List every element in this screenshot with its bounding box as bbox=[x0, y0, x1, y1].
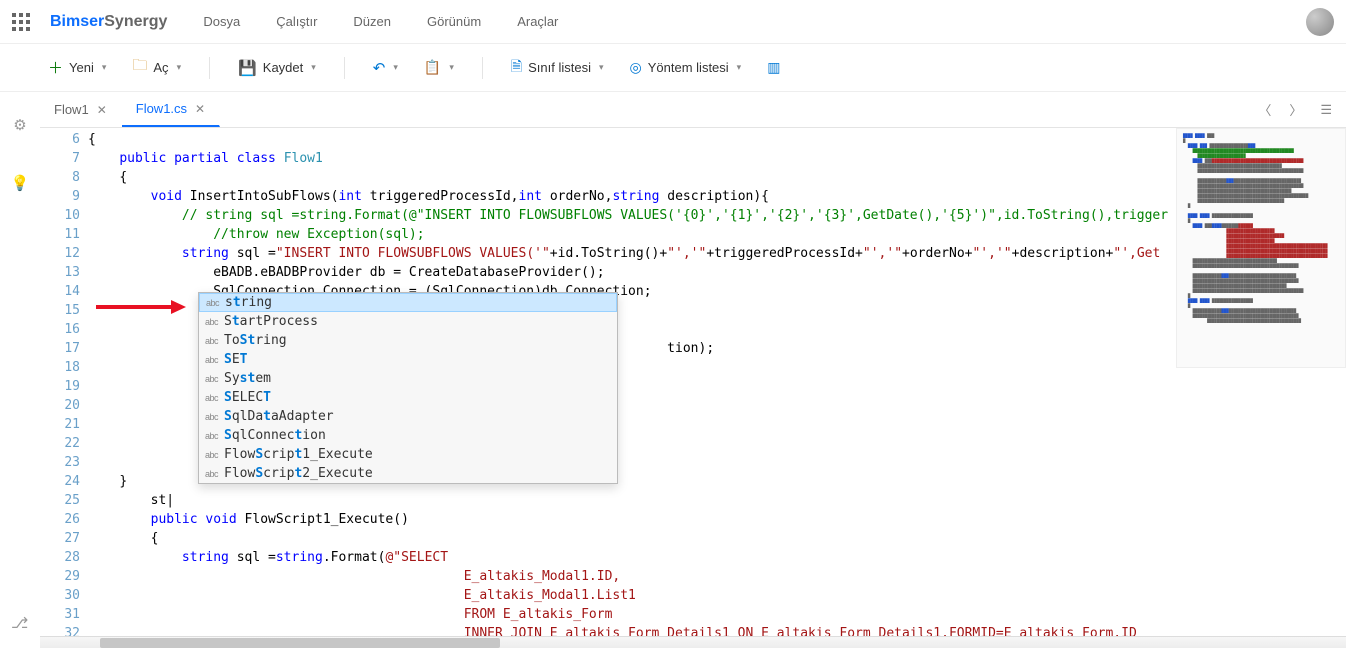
autocomplete-item[interactable]: abcSystem bbox=[199, 369, 617, 388]
tab-flow1-cs[interactable]: Flow1.cs✕ bbox=[122, 92, 220, 127]
autocomplete-item[interactable]: abcFlowScript2_Execute bbox=[199, 464, 617, 483]
top-menu-bar: BimserSynergy Dosya Çalıştır Düzen Görün… bbox=[0, 0, 1346, 44]
menu-run[interactable]: Çalıştır bbox=[276, 14, 317, 29]
autocomplete-item[interactable]: abcSELECT bbox=[199, 388, 617, 407]
tab-flow1[interactable]: Flow1✕ bbox=[40, 92, 122, 127]
columns-icon: ▥ bbox=[767, 59, 780, 76]
menu-file[interactable]: Dosya bbox=[203, 14, 240, 29]
apps-grid-icon[interactable] bbox=[12, 13, 30, 31]
brand-logo[interactable]: BimserSynergy bbox=[50, 13, 167, 31]
chevron-down-icon: ▾ bbox=[737, 62, 742, 73]
chevron-down-icon: ▾ bbox=[311, 62, 316, 73]
autocomplete-item[interactable]: abcFlowScript1_Execute bbox=[199, 445, 617, 464]
chevron-down-icon: ▾ bbox=[102, 62, 107, 73]
next-tab-icon[interactable]: 〉 bbox=[1289, 100, 1302, 119]
menu-view[interactable]: Görünüm bbox=[427, 14, 481, 29]
undo-icon: ↶ bbox=[373, 59, 386, 77]
autocomplete-item[interactable]: abcstring bbox=[199, 293, 617, 312]
chevron-down-icon: ▾ bbox=[177, 62, 182, 73]
prev-tab-icon[interactable]: 〈 bbox=[1258, 100, 1271, 119]
class-list-button[interactable]: 🗎Sınıf listesi▾ bbox=[503, 52, 612, 84]
toolbar-separator bbox=[482, 57, 483, 79]
left-activity-bar: ⚙ 💡 bbox=[0, 92, 40, 648]
save-button[interactable]: 💾Kaydet▾ bbox=[230, 55, 324, 81]
chevron-down-icon: ▾ bbox=[393, 62, 398, 73]
code-minimap[interactable]: ████ ████ ███ █ ████ ███ ███████████████… bbox=[1176, 128, 1346, 368]
document-icon: 🗎 bbox=[511, 56, 522, 80]
folder-icon: 🗀 bbox=[132, 55, 147, 80]
autocomplete-item[interactable]: abcSqlDataAdapter bbox=[199, 407, 617, 426]
tab-list-icon[interactable]: ☰ bbox=[1320, 102, 1332, 118]
new-button[interactable]: ＋Yeni▾ bbox=[40, 53, 114, 82]
chevron-down-icon: ▾ bbox=[449, 62, 454, 73]
autocomplete-popup[interactable]: abcstringabcStartProcessabcToStringabcSE… bbox=[198, 292, 618, 484]
columns-button[interactable]: ▥ bbox=[759, 55, 788, 80]
lightbulb-icon[interactable]: 💡 bbox=[11, 174, 30, 192]
settings-sliders-icon[interactable]: ⚙ bbox=[13, 116, 26, 134]
toolbar: ＋Yeni▾ 🗀Aç▾ 💾Kaydet▾ ↶▾ 📋▾ 🗎Sınıf listes… bbox=[0, 44, 1346, 92]
toolbar-separator bbox=[344, 57, 345, 79]
chevron-down-icon: ▾ bbox=[599, 62, 604, 73]
user-avatar[interactable] bbox=[1306, 8, 1334, 36]
circle-icon: ◎ bbox=[630, 59, 642, 76]
menu-edit[interactable]: Düzen bbox=[353, 14, 391, 29]
close-icon[interactable]: ✕ bbox=[195, 102, 205, 116]
autocomplete-item[interactable]: abcSqlConnection bbox=[199, 426, 617, 445]
toolbar-separator bbox=[209, 57, 210, 79]
clipboard-icon: 📋 bbox=[424, 59, 441, 76]
code-editor[interactable]: 6789101112131415161718192021222324252627… bbox=[40, 128, 1346, 648]
save-icon: 💾 bbox=[238, 59, 257, 77]
main-menu: Dosya Çalıştır Düzen Görünüm Araçlar bbox=[203, 14, 558, 29]
scrollbar-thumb[interactable] bbox=[100, 638, 500, 648]
autocomplete-item[interactable]: abcStartProcess bbox=[199, 312, 617, 331]
editor-tab-bar: Flow1✕ Flow1.cs✕ 〈 〉 ☰ bbox=[40, 92, 1346, 128]
close-icon[interactable]: ✕ bbox=[97, 103, 107, 117]
menu-tools[interactable]: Araçlar bbox=[517, 14, 558, 29]
horizontal-scrollbar[interactable] bbox=[40, 636, 1346, 648]
autocomplete-item[interactable]: abcSET bbox=[199, 350, 617, 369]
open-button[interactable]: 🗀Aç▾ bbox=[124, 51, 189, 84]
undo-button[interactable]: ↶▾ bbox=[365, 55, 406, 81]
source-control-icon[interactable]: ⎇ bbox=[11, 614, 28, 632]
paste-button[interactable]: 📋▾ bbox=[416, 55, 462, 80]
line-number-gutter: 6789101112131415161718192021222324252627… bbox=[40, 128, 88, 648]
plus-icon: ＋ bbox=[48, 57, 63, 78]
method-list-button[interactable]: ◎Yöntem listesi▾ bbox=[622, 55, 750, 80]
autocomplete-item[interactable]: abcToString bbox=[199, 331, 617, 350]
